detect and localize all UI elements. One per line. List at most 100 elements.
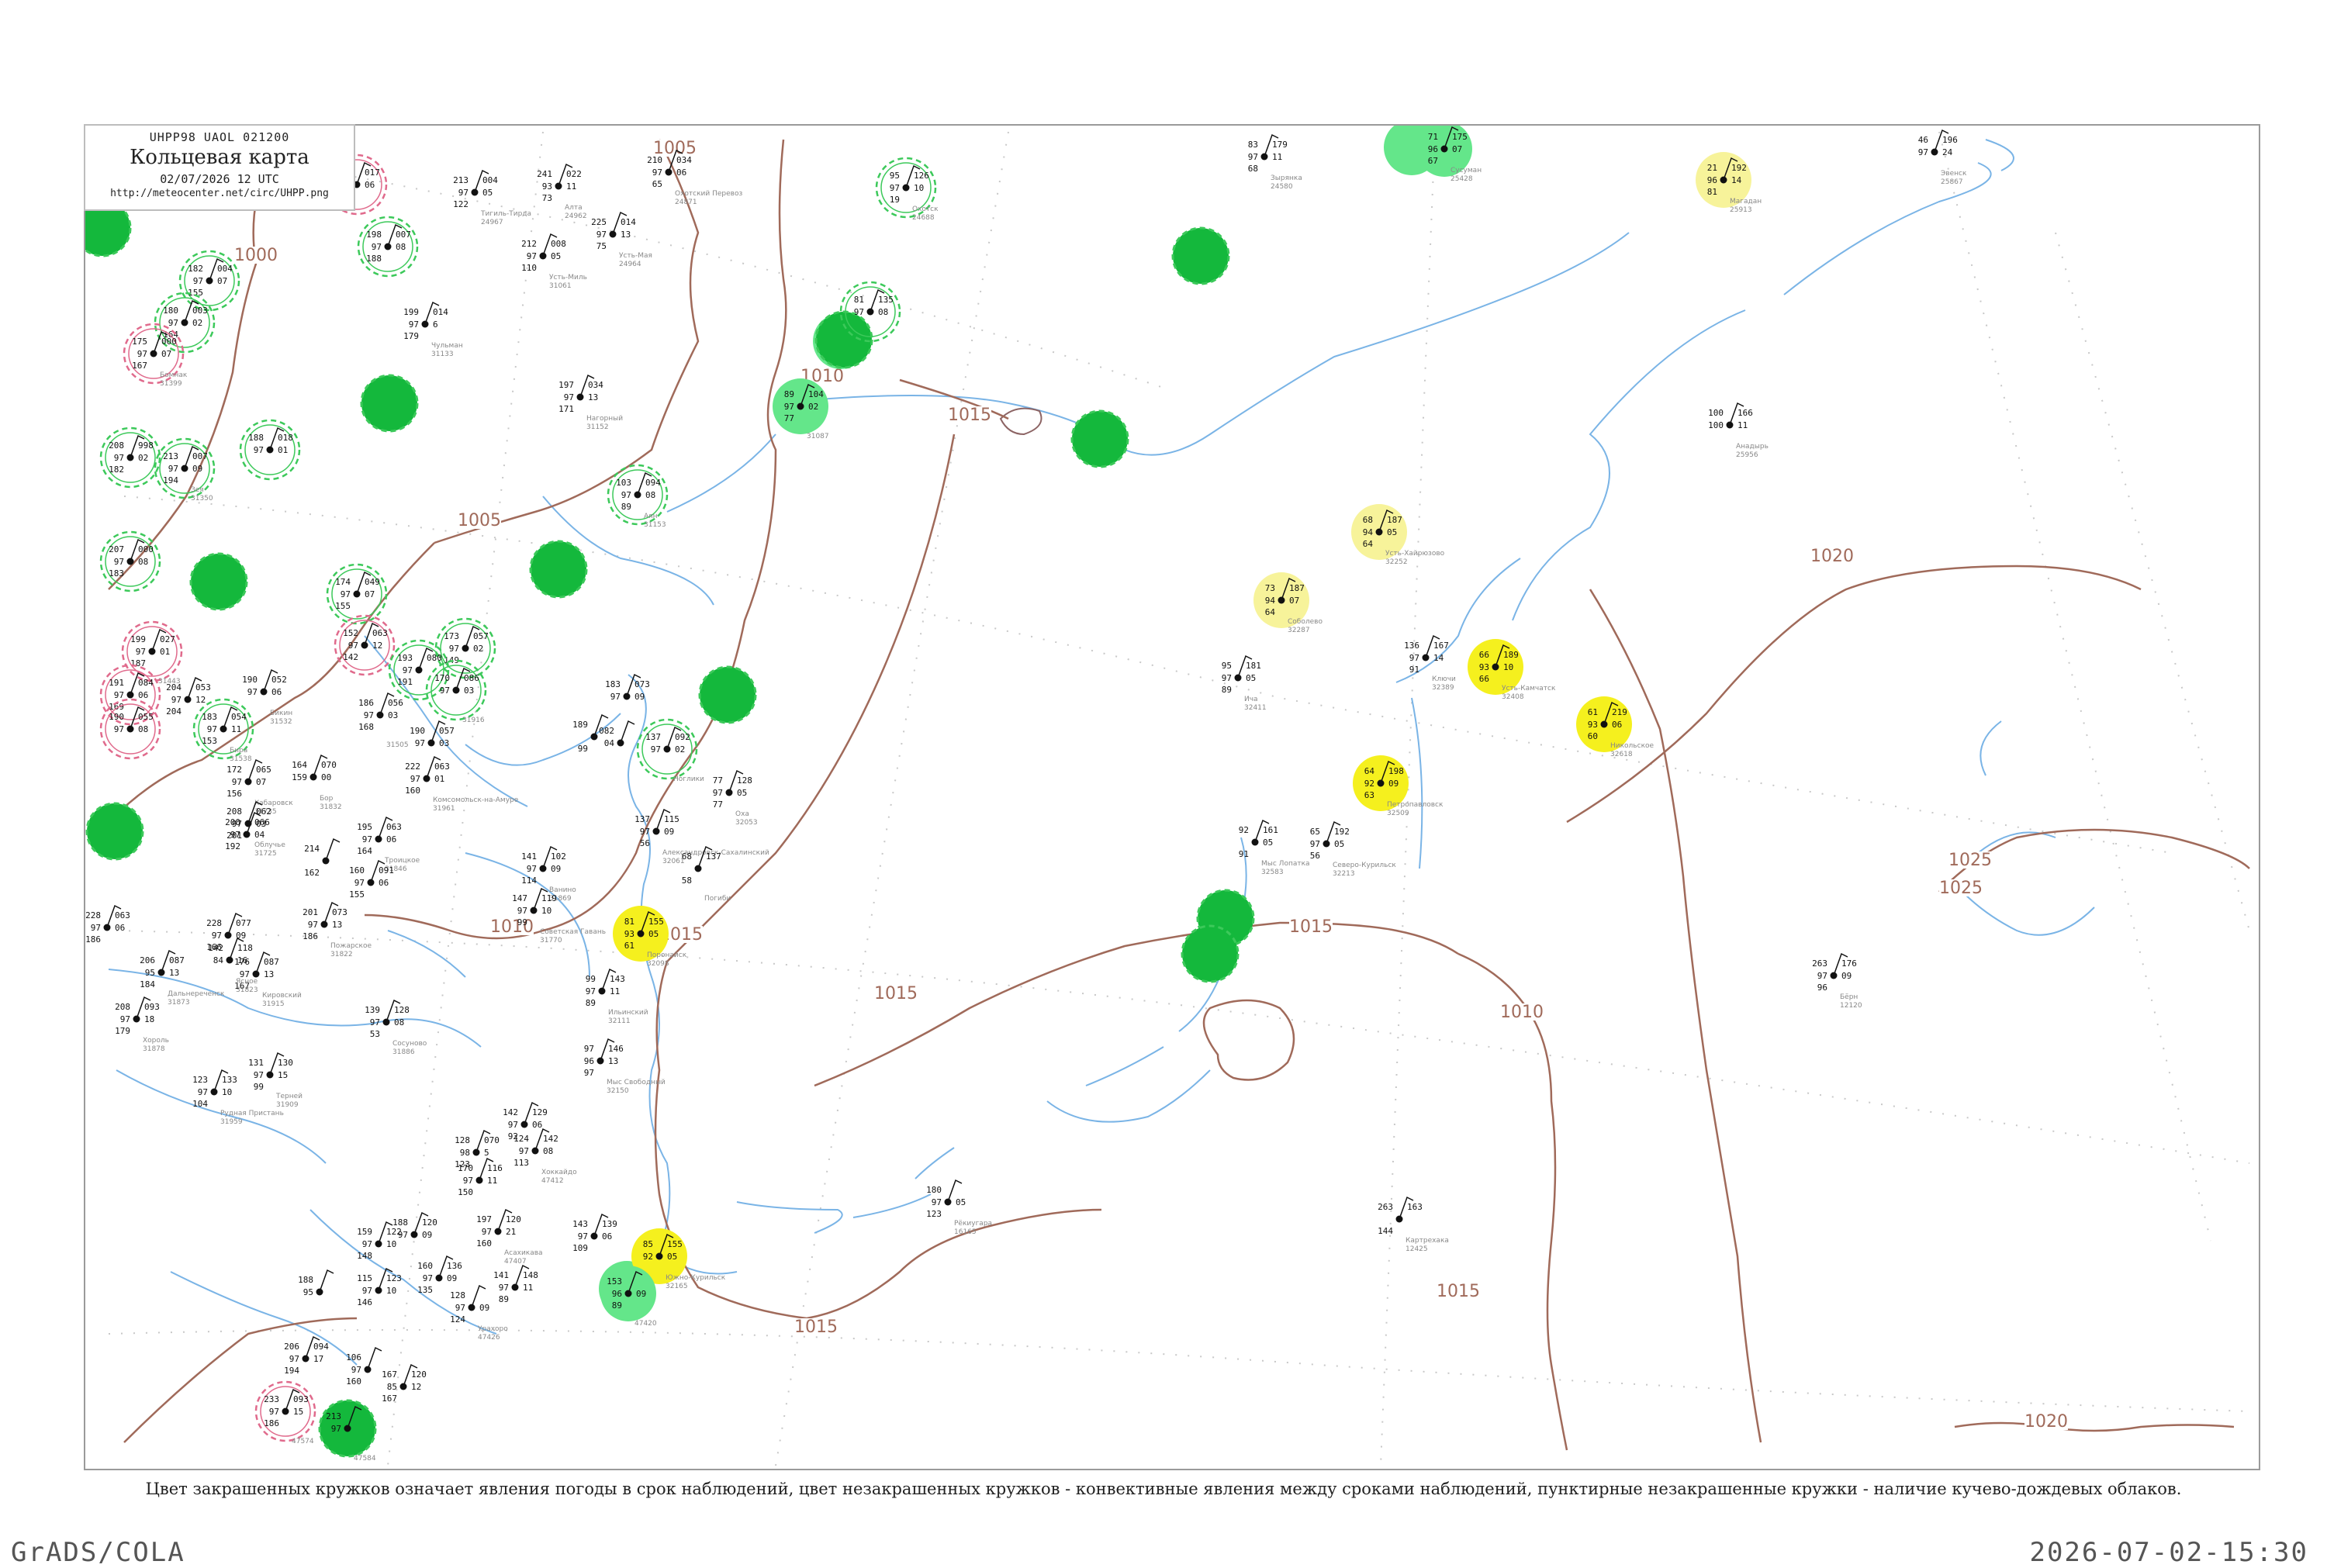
station-temp: 189 bbox=[572, 720, 588, 730]
station-name: Картрехака bbox=[1406, 1237, 1449, 1245]
station-visibility: 96 bbox=[1428, 144, 1438, 154]
station-name: Никольское bbox=[1610, 742, 1654, 750]
station-tendency: 03 bbox=[388, 710, 398, 720]
station-visibility: 97 bbox=[168, 318, 178, 328]
station-visibility: 95 bbox=[303, 1287, 313, 1297]
station-dewpoint: 89 bbox=[586, 998, 596, 1008]
station-tendency: 06 bbox=[271, 687, 282, 697]
station-visibility: 97 bbox=[114, 453, 124, 463]
station-pressure: 181 bbox=[1246, 661, 1261, 671]
station-visibility: 97 bbox=[114, 557, 124, 567]
station-pressure: 219 bbox=[1612, 707, 1627, 717]
station-dewpoint: 96 bbox=[1817, 983, 1827, 993]
station-pressure: 998 bbox=[138, 440, 154, 451]
station-visibility: 97 bbox=[362, 1239, 372, 1249]
station-visibility: 97 bbox=[586, 986, 596, 996]
station-tendency: 05 bbox=[648, 929, 659, 939]
station-temp: 160 bbox=[349, 865, 365, 876]
station-pressure: 187 bbox=[1289, 583, 1305, 593]
station-tendency: 09 bbox=[664, 827, 674, 837]
station-index: 32252 bbox=[1385, 558, 1408, 566]
station-visibility: 97 bbox=[364, 710, 374, 720]
station-dewpoint: 194 bbox=[163, 475, 178, 485]
station-pressure: 080 bbox=[427, 653, 442, 663]
station-visibility: 92 bbox=[643, 1252, 653, 1262]
station-pressure: 014 bbox=[433, 307, 448, 317]
station-dewpoint: 179 bbox=[403, 331, 419, 341]
station-tendency: 07 bbox=[1452, 144, 1462, 154]
station-pressure: 063 bbox=[115, 910, 130, 920]
station-name: Усть-Миль bbox=[549, 274, 587, 281]
station-visibility: 97 bbox=[269, 1407, 279, 1417]
station-dewpoint: 75 bbox=[596, 241, 607, 251]
station-pressure: 120 bbox=[422, 1217, 437, 1228]
station-pressure: 196 bbox=[1942, 135, 1958, 145]
station-name: Анадырь bbox=[1736, 443, 1769, 451]
station-temp: 89 bbox=[784, 389, 794, 399]
station-pressure: 167 bbox=[1433, 641, 1449, 651]
station-pressure: 146 bbox=[608, 1044, 624, 1054]
weather-blob-11 bbox=[1181, 924, 1240, 983]
station-dewpoint: 89 bbox=[621, 502, 631, 512]
station-pressure: 087 bbox=[169, 955, 185, 965]
station-pressure: 070 bbox=[484, 1135, 500, 1145]
station-visibility: 97 bbox=[455, 1303, 465, 1313]
station-index: 31961 bbox=[433, 805, 455, 813]
station-visibility: 97 bbox=[1409, 653, 1419, 663]
station-tendency: 09 bbox=[1841, 971, 1852, 981]
station-tendency: 02 bbox=[675, 744, 685, 755]
station-tendency: 10 bbox=[914, 183, 924, 193]
station-tendency: 07 bbox=[365, 589, 375, 599]
station-temp: 137 bbox=[645, 732, 661, 742]
station-index: 24580 bbox=[1271, 183, 1293, 191]
station-dewpoint: 99 bbox=[254, 1082, 264, 1092]
isobar-label: 1015 bbox=[1289, 917, 1333, 937]
station-name: Троицкое bbox=[384, 857, 420, 865]
isobar-label: 1025 bbox=[1939, 879, 1983, 898]
station-index: Погиби bbox=[704, 895, 731, 903]
station-temp: 21 bbox=[1707, 163, 1717, 173]
station-name: Пожарское bbox=[330, 942, 372, 950]
station-pressure: 179 bbox=[1272, 140, 1288, 150]
station-dewpoint: 153 bbox=[202, 736, 217, 746]
station-tendency: 06 bbox=[1612, 720, 1622, 730]
station-temp: 174 bbox=[335, 577, 351, 587]
station-name: Ича bbox=[1244, 696, 1258, 703]
station-visibility: 159 bbox=[292, 772, 307, 782]
station-pressure: 034 bbox=[588, 380, 603, 390]
station-dewpoint: 53 bbox=[370, 1029, 380, 1039]
station-pressure: 119 bbox=[541, 893, 557, 903]
station-index: 31770 bbox=[540, 937, 562, 945]
station-dewpoint: 188 bbox=[366, 254, 382, 264]
station-pressure: 057 bbox=[439, 726, 455, 736]
title-box: UHPP98 UAOL 021200 Кольцевая карта 02/07… bbox=[84, 124, 355, 211]
station-temp: 206 bbox=[140, 955, 155, 965]
station-dewpoint: 77 bbox=[784, 413, 794, 423]
station-temp: 214 bbox=[304, 844, 320, 854]
station-dewpoint: 58 bbox=[682, 876, 692, 886]
station-temp: 263 bbox=[1378, 1202, 1393, 1212]
weather-blob-8 bbox=[698, 665, 757, 724]
station-temp: 139 bbox=[365, 1005, 380, 1015]
station-pressure: 133 bbox=[222, 1075, 237, 1085]
station-pressure: 084 bbox=[138, 678, 154, 688]
station-tendency: 05 bbox=[551, 251, 561, 261]
station-tendency: 06 bbox=[115, 923, 125, 933]
station-pressure: 052 bbox=[271, 675, 287, 685]
station-temp: 170 bbox=[434, 673, 450, 683]
station-pressure: 198 bbox=[1388, 766, 1404, 776]
map-code: UHPP98 UAOL 021200 bbox=[149, 130, 290, 144]
station-dewpoint: 113 bbox=[513, 1158, 529, 1168]
station-tendency: 07 bbox=[256, 777, 266, 787]
station-index: 32098 bbox=[647, 960, 669, 968]
station-temp: 195 bbox=[357, 822, 372, 832]
station-tendency: 14 bbox=[1433, 653, 1444, 663]
station-temp: 201 bbox=[303, 907, 318, 917]
station-temp: 213 bbox=[326, 1411, 341, 1421]
station-visibility: 97 bbox=[247, 687, 258, 697]
station-tendency: 09 bbox=[634, 692, 645, 702]
station-tendency: 05 bbox=[737, 788, 747, 798]
station-tendency: 08 bbox=[138, 724, 148, 734]
map-url[interactable]: http://meteocenter.net/circ/UHPP.png bbox=[85, 188, 354, 199]
station-temp: 142 bbox=[208, 943, 223, 953]
